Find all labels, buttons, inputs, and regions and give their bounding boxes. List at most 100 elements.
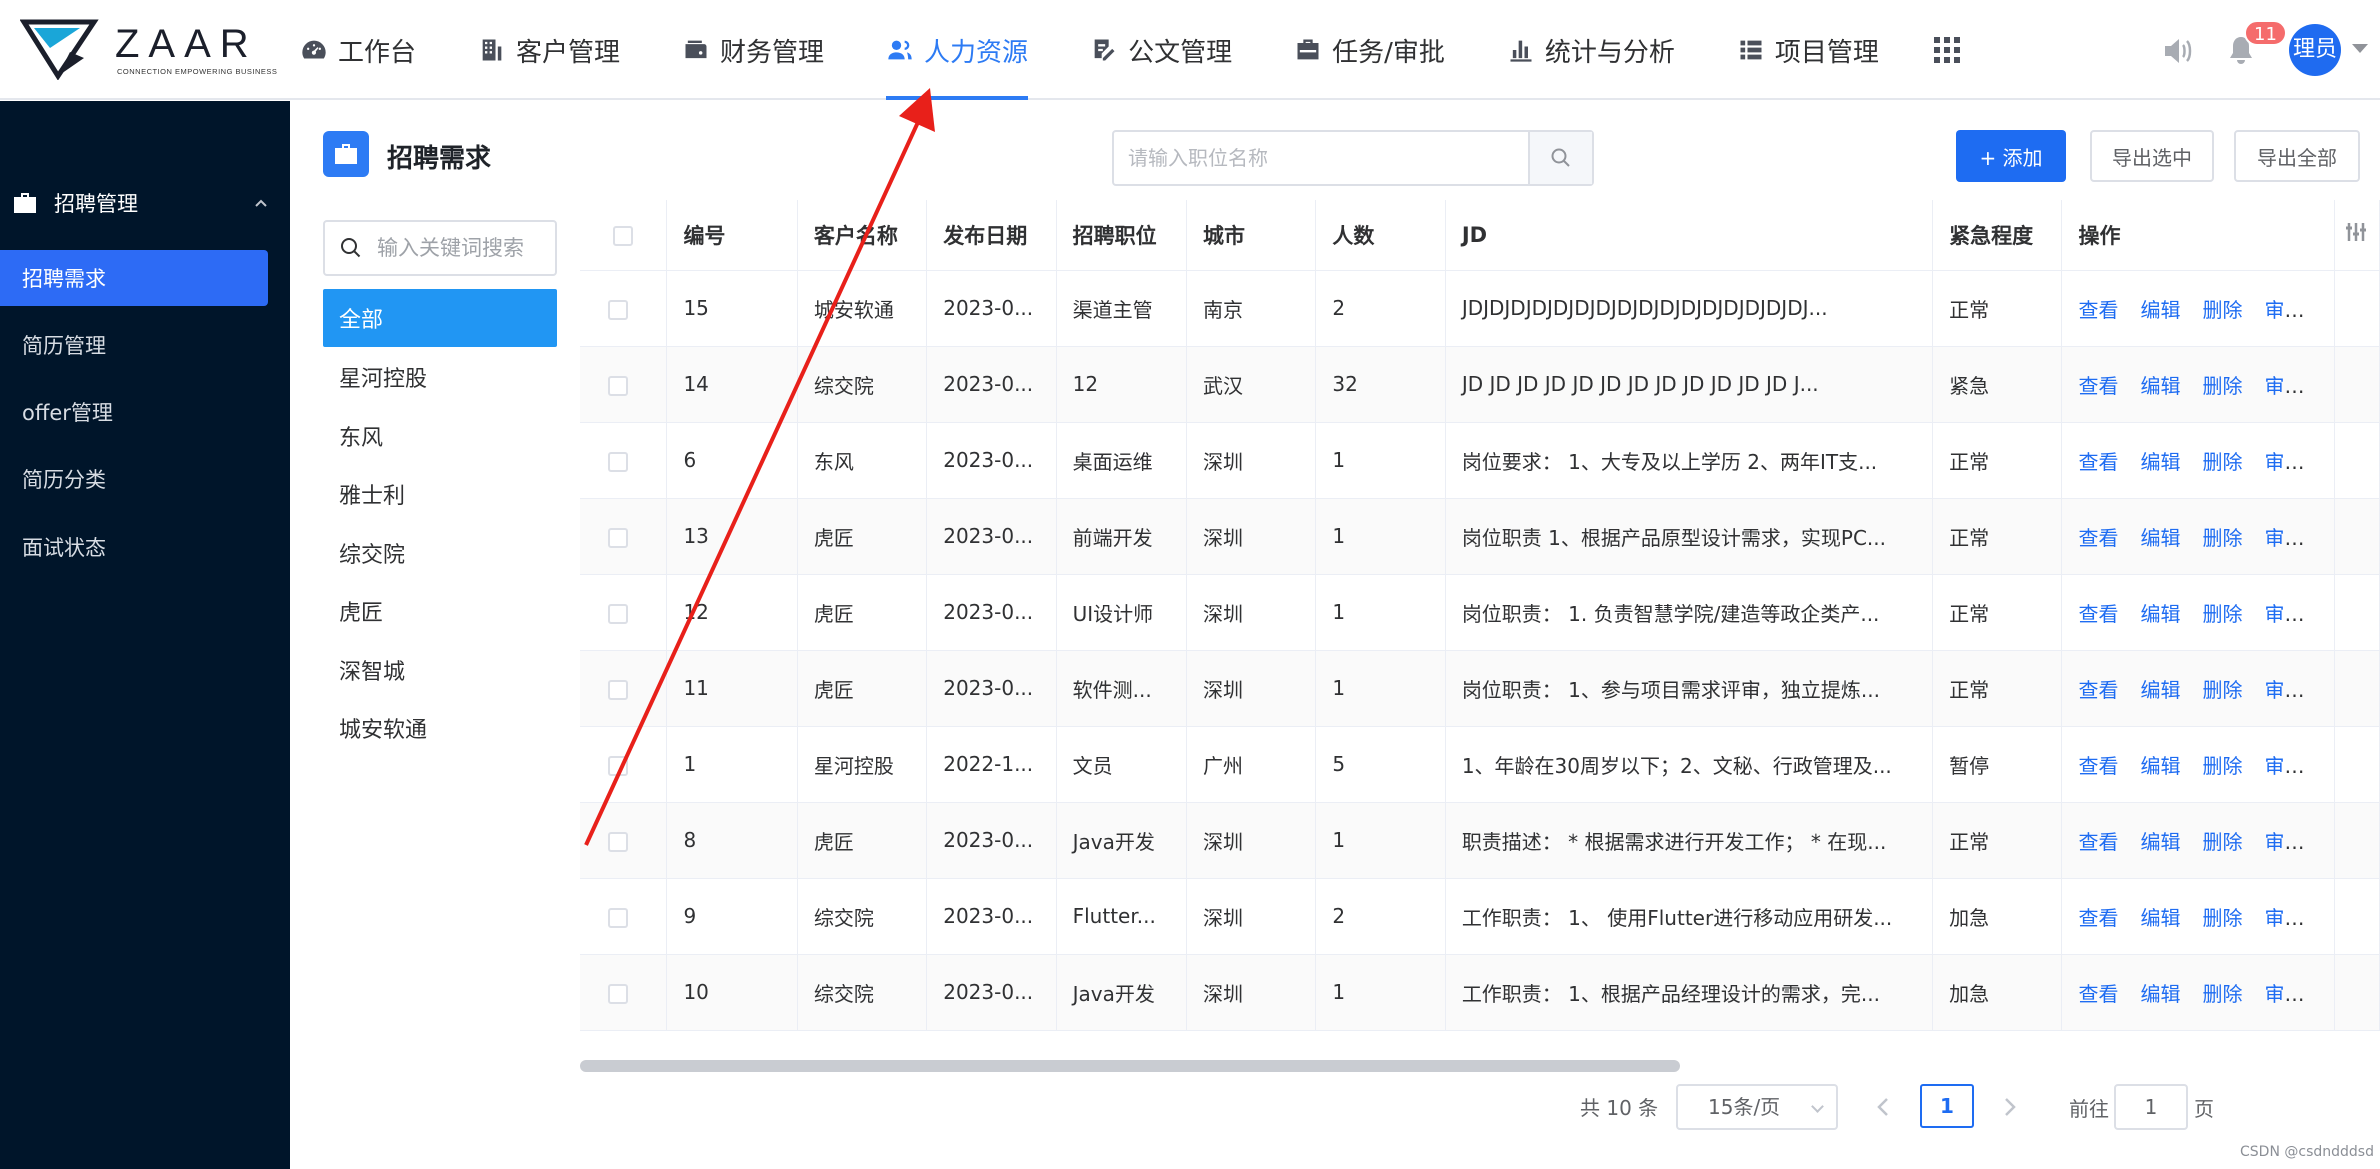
review-button[interactable]: 审核 bbox=[2264, 602, 2304, 626]
nav-item-projects[interactable]: 项目管理 bbox=[1737, 0, 1879, 100]
review-button[interactable]: 审核 bbox=[2264, 830, 2304, 854]
customer-filter-item[interactable]: 深智城 bbox=[323, 641, 557, 699]
nav-item-finance[interactable]: 财务管理 bbox=[682, 0, 824, 100]
edit-button[interactable]: 编辑 bbox=[2140, 450, 2180, 474]
row-checkbox[interactable] bbox=[608, 527, 629, 548]
column-settings-icon[interactable] bbox=[2345, 221, 2367, 243]
customer-filter-item[interactable]: 综交院 bbox=[323, 524, 557, 582]
edit-button[interactable]: 编辑 bbox=[2140, 678, 2180, 702]
review-button[interactable]: 审核 bbox=[2264, 678, 2304, 702]
review-button[interactable]: 审核 bbox=[2264, 526, 2304, 550]
customer-filter-item[interactable]: 虎匠 bbox=[323, 582, 557, 640]
column-header[interactable]: 编号 bbox=[666, 200, 798, 271]
review-button[interactable]: 审核 bbox=[2264, 906, 2304, 930]
prev-page-icon[interactable] bbox=[1871, 1094, 1897, 1120]
sidebar-item-resume-categories[interactable]: 简历分类 bbox=[0, 451, 268, 507]
edit-button[interactable]: 编辑 bbox=[2140, 982, 2180, 1006]
horizontal-scrollbar-thumb[interactable] bbox=[580, 1060, 1680, 1072]
delete-button[interactable]: 删除 bbox=[2202, 678, 2242, 702]
review-button[interactable]: 审核 bbox=[2264, 374, 2304, 398]
customer-filter-item[interactable]: 全部 bbox=[323, 289, 557, 347]
review-button[interactable]: 审核 bbox=[2264, 450, 2304, 474]
review-button[interactable]: 审核 bbox=[2264, 754, 2304, 778]
edit-button[interactable]: 编辑 bbox=[2140, 754, 2180, 778]
delete-button[interactable]: 删除 bbox=[2202, 754, 2242, 778]
review-button[interactable]: 审核 bbox=[2264, 982, 2304, 1006]
delete-button[interactable]: 删除 bbox=[2202, 602, 2242, 626]
next-page-icon[interactable] bbox=[1996, 1094, 2022, 1120]
edit-button[interactable]: 编辑 bbox=[2140, 602, 2180, 626]
nav-item-hr[interactable]: 人力资源 bbox=[886, 0, 1029, 100]
nav-item-customers[interactable]: 客户管理 bbox=[478, 0, 620, 100]
edit-button[interactable]: 编辑 bbox=[2140, 526, 2180, 550]
view-button[interactable]: 查看 bbox=[2078, 678, 2118, 702]
view-button[interactable]: 查看 bbox=[2078, 602, 2118, 626]
apps-grid-icon[interactable] bbox=[1934, 37, 1960, 63]
row-select-cell bbox=[580, 270, 668, 347]
user-avatar[interactable]: 理员 bbox=[2289, 24, 2341, 76]
sidebar-item-interview-status[interactable]: 面试状态 bbox=[0, 519, 268, 575]
search-button[interactable] bbox=[1528, 132, 1592, 184]
row-checkbox[interactable] bbox=[608, 907, 629, 928]
column-header[interactable]: 人数 bbox=[1315, 200, 1446, 271]
row-checkbox[interactable] bbox=[608, 375, 629, 396]
customer-filter-item[interactable]: 东风 bbox=[323, 407, 557, 465]
export-selected-button[interactable]: 导出选中 bbox=[2090, 130, 2214, 182]
customer-keyword-input[interactable] bbox=[377, 236, 547, 260]
column-header[interactable]: 紧急程度 bbox=[1932, 200, 2063, 271]
row-checkbox[interactable] bbox=[608, 299, 629, 320]
edit-button[interactable]: 编辑 bbox=[2140, 298, 2180, 322]
nav-item-analytics[interactable]: 统计与分析 bbox=[1507, 0, 1675, 100]
column-header[interactable]: 发布日期 bbox=[926, 200, 1057, 271]
delete-button[interactable]: 删除 bbox=[2202, 982, 2242, 1006]
view-button[interactable]: 查看 bbox=[2078, 982, 2118, 1006]
row-checkbox[interactable] bbox=[608, 755, 629, 776]
column-header[interactable]: 招聘职位 bbox=[1056, 200, 1188, 271]
row-checkbox[interactable] bbox=[608, 679, 629, 700]
sidebar-group-recruitment[interactable]: 招聘管理 bbox=[0, 179, 290, 227]
goto-page-input[interactable]: 1 bbox=[2114, 1084, 2188, 1130]
sidebar-item-offers[interactable]: offer管理 bbox=[0, 384, 268, 440]
view-button[interactable]: 查看 bbox=[2078, 754, 2118, 778]
row-checkbox[interactable] bbox=[608, 451, 629, 472]
delete-button[interactable]: 删除 bbox=[2202, 298, 2242, 322]
view-button[interactable]: 查看 bbox=[2078, 526, 2118, 550]
view-button[interactable]: 查看 bbox=[2078, 830, 2118, 854]
brand-logo[interactable]: ZAAR CONNECTION EMPOWERING BUSINESS bbox=[19, 18, 277, 84]
view-button[interactable]: 查看 bbox=[2078, 374, 2118, 398]
view-button[interactable]: 查看 bbox=[2078, 298, 2118, 322]
nav-item-tasks[interactable]: 任务/审批 bbox=[1294, 0, 1445, 100]
column-header[interactable]: 客户名称 bbox=[797, 200, 928, 271]
column-header[interactable]: JD bbox=[1445, 200, 1934, 271]
view-button[interactable]: 查看 bbox=[2078, 450, 2118, 474]
nav-item-documents[interactable]: 公文管理 bbox=[1090, 0, 1232, 100]
column-header[interactable]: 城市 bbox=[1186, 200, 1317, 271]
delete-button[interactable]: 删除 bbox=[2202, 526, 2242, 550]
nav-item-workbench[interactable]: 工作台 bbox=[300, 0, 416, 100]
row-checkbox[interactable] bbox=[608, 831, 629, 852]
delete-button[interactable]: 删除 bbox=[2202, 906, 2242, 930]
customer-filter-item[interactable]: 星河控股 bbox=[323, 348, 557, 406]
sidebar-item-resumes[interactable]: 简历管理 bbox=[0, 317, 268, 373]
customer-filter-item[interactable]: 城安软通 bbox=[323, 699, 557, 757]
row-checkbox[interactable] bbox=[608, 983, 629, 1004]
sidebar-item-recruit-needs[interactable]: 招聘需求 bbox=[0, 250, 268, 306]
review-button[interactable]: 审核 bbox=[2264, 298, 2304, 322]
caret-down-icon[interactable] bbox=[2352, 44, 2368, 53]
customer-filter-item[interactable]: 雅士利 bbox=[323, 465, 557, 523]
view-button[interactable]: 查看 bbox=[2078, 906, 2118, 930]
position-search-input[interactable] bbox=[1114, 132, 1528, 184]
row-checkbox[interactable] bbox=[608, 603, 629, 624]
delete-button[interactable]: 删除 bbox=[2202, 830, 2242, 854]
page-size-select[interactable]: 15条/页 bbox=[1676, 1084, 1838, 1130]
delete-button[interactable]: 删除 bbox=[2202, 450, 2242, 474]
delete-button[interactable]: 删除 bbox=[2202, 374, 2242, 398]
edit-button[interactable]: 编辑 bbox=[2140, 830, 2180, 854]
edit-button[interactable]: 编辑 bbox=[2140, 374, 2180, 398]
select-all-checkbox[interactable] bbox=[613, 225, 634, 246]
edit-button[interactable]: 编辑 bbox=[2140, 906, 2180, 930]
export-all-button[interactable]: 导出全部 bbox=[2234, 130, 2360, 182]
add-button[interactable]: + 添加 bbox=[1956, 130, 2066, 182]
current-page-button[interactable]: 1 bbox=[1920, 1084, 1974, 1128]
speaker-icon[interactable] bbox=[2162, 36, 2194, 66]
